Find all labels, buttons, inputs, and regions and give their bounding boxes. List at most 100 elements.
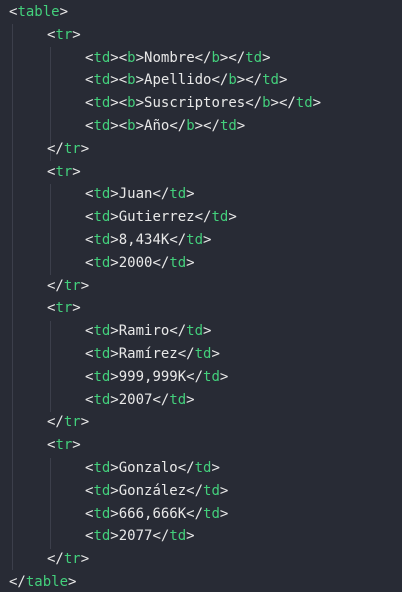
tag-name: b — [127, 49, 136, 66]
tag-name: tr — [63, 414, 81, 431]
code-line-td[interactable]: <td>8,434K</td> — [0, 229, 402, 252]
bracket-close: > — [110, 459, 119, 476]
code-line-td[interactable]: <td>Gonzalo</td> — [0, 457, 402, 480]
code-line-table-close[interactable]: </table> — [0, 571, 402, 592]
bracket-open: </ — [228, 49, 246, 66]
bracket-close: > — [110, 528, 119, 545]
bracket-close: > — [110, 323, 119, 340]
bracket-open: </ — [177, 345, 195, 362]
code-line-td[interactable]: <td>2077</td> — [0, 525, 402, 548]
tag-name: td — [186, 323, 204, 340]
bracket-open: </ — [278, 95, 296, 112]
code-line-table-open[interactable]: <table> — [0, 1, 402, 24]
tag-name: b — [262, 95, 271, 112]
tag-name: tr — [63, 140, 81, 157]
bracket-close: > — [135, 49, 145, 66]
code-line-tr-open[interactable]: <tr> — [0, 297, 402, 320]
tag-name: td — [245, 49, 263, 66]
tag-name: td — [93, 231, 111, 248]
bracket-open: </ — [186, 505, 204, 522]
tag-name: td — [203, 482, 220, 499]
bracket-open: < — [118, 49, 128, 66]
bracket-close: > — [110, 345, 119, 362]
tag-name: td — [93, 482, 111, 499]
bracket-close: > — [110, 482, 119, 499]
tag-name: td — [295, 95, 313, 112]
bracket-close: > — [211, 345, 220, 362]
bracket-open: </ — [152, 391, 170, 408]
bracket-close: > — [80, 140, 90, 157]
bracket-close: > — [203, 231, 212, 248]
bracket-close: > — [236, 117, 246, 134]
tag-name: b — [127, 72, 136, 89]
tag-name: td — [169, 528, 187, 545]
cell-text: 2000 — [118, 254, 153, 271]
code-line-tr-close[interactable]: </tr> — [0, 275, 402, 298]
code-line-td[interactable]: <td><b>Año</b></td> — [0, 115, 402, 138]
cell-text: Ramiro — [118, 323, 170, 340]
bracket-close: > — [228, 209, 237, 226]
bracket-close: > — [110, 209, 119, 226]
cell-text: Año — [144, 117, 170, 134]
code-line-td[interactable]: <td><b>Apellido</b></td> — [0, 69, 402, 92]
bracket-close: > — [110, 368, 119, 385]
tag-name: td — [194, 459, 212, 476]
code-editor[interactable]: <table> <tr> <td><b>Nombre</b></td> <td><b… — [0, 0, 402, 592]
bracket-open: < — [118, 95, 128, 112]
bracket-open: </ — [152, 254, 170, 271]
bracket-open: </ — [152, 186, 170, 203]
code-line-td[interactable]: <td>999,999K</td> — [0, 366, 402, 389]
tag-name: b — [186, 117, 195, 134]
bracket-close: > — [211, 459, 220, 476]
code-line-td[interactable]: <td>Ramiro</td> — [0, 320, 402, 343]
cell-text: Nombre — [144, 49, 195, 66]
code-line-td[interactable]: <td><b>Suscriptores</b></td> — [0, 92, 402, 115]
bracket-close: > — [110, 49, 119, 66]
tag-name: b — [211, 49, 220, 66]
bracket-close: > — [72, 26, 81, 43]
cell-text: Ramírez — [118, 345, 178, 362]
cell-text: 8,434K — [118, 231, 170, 248]
code-line-td[interactable]: <td><b>Nombre</b></td> — [0, 47, 402, 70]
tag-name: table — [25, 573, 69, 590]
tag-name: td — [203, 505, 220, 522]
tag-name: td — [186, 231, 204, 248]
code-line-tr-close[interactable]: </tr> — [0, 548, 402, 571]
tag-name: td — [93, 117, 111, 134]
code-line-td[interactable]: <td>Gutierrez</td> — [0, 206, 402, 229]
bracket-open: < — [118, 117, 128, 134]
code-line-tr-open[interactable]: <tr> — [0, 161, 402, 184]
code-line-tr-close[interactable]: </tr> — [0, 411, 402, 434]
bracket-open: </ — [203, 117, 220, 134]
bracket-open: </ — [245, 72, 263, 89]
bracket-close: > — [236, 72, 246, 89]
bracket-close: > — [110, 72, 119, 89]
bracket-open: </ — [9, 573, 26, 590]
tag-name: td — [93, 505, 111, 522]
bracket-open: </ — [47, 277, 64, 294]
tag-name: td — [93, 49, 111, 66]
bracket-close: > — [135, 72, 145, 89]
code-line-td[interactable]: <td>666,666K</td> — [0, 503, 402, 526]
tag-name: td — [169, 186, 187, 203]
tag-name: td — [93, 368, 111, 385]
bracket-close: > — [72, 437, 81, 454]
code-line-td[interactable]: <td>Juan</td> — [0, 183, 402, 206]
bracket-close: > — [110, 231, 119, 248]
cell-text: Apellido — [144, 72, 212, 89]
bracket-close: > — [203, 323, 212, 340]
code-line-td[interactable]: <td>Ramírez</td> — [0, 343, 402, 366]
cell-text: 999,999K — [118, 368, 187, 385]
code-line-td[interactable]: <td>2007</td> — [0, 389, 402, 412]
bracket-close: > — [219, 482, 229, 499]
bracket-close: > — [135, 95, 145, 112]
code-line-td[interactable]: <td>González</td> — [0, 480, 402, 503]
code-line-tr-close[interactable]: </tr> — [0, 138, 402, 161]
code-line-tr-open[interactable]: <tr> — [0, 434, 402, 457]
code-line-td[interactable]: <td>2000</td> — [0, 252, 402, 275]
code-line-tr-open[interactable]: <tr> — [0, 24, 402, 47]
bracket-close: > — [68, 573, 77, 590]
bracket-close: > — [219, 505, 229, 522]
tag-name: td — [169, 391, 187, 408]
tag-name: td — [93, 345, 111, 362]
